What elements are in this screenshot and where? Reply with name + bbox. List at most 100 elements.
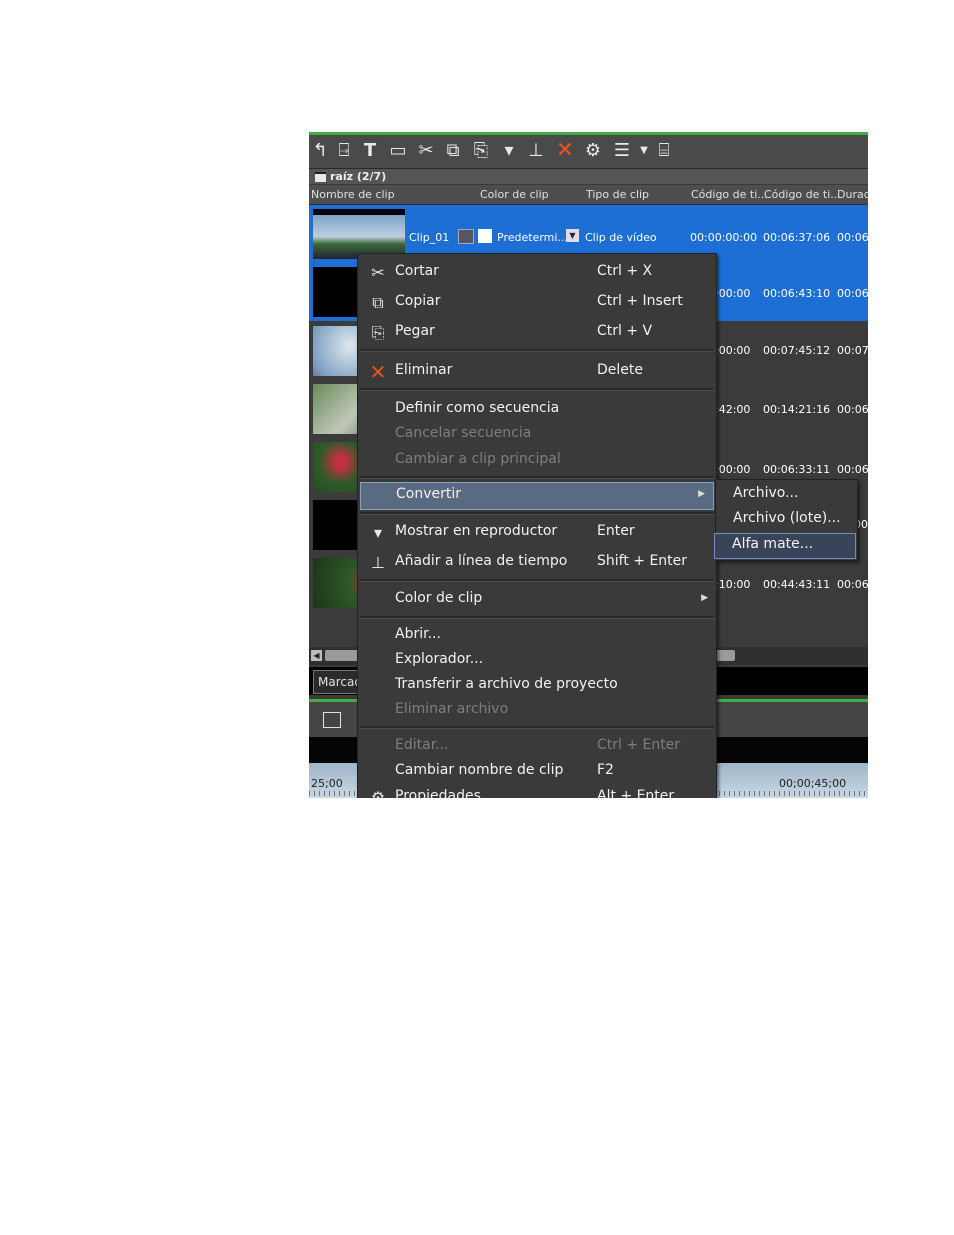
player-icon: ▾ [373, 523, 383, 542]
menu-separator [360, 476, 714, 479]
col-clip-color[interactable]: Color de clip [480, 185, 549, 204]
bin-path: raíz (2/7) [309, 169, 868, 184]
clip-name: Clip_01 [409, 231, 450, 244]
submenu-item-file-batch[interactable]: Archivo (lote)... [716, 508, 857, 532]
tc-out: 00:44:43:11 [763, 578, 831, 591]
tc-in: :00:00 [715, 344, 751, 357]
menu-item-shortcut: Ctrl + Insert [597, 293, 683, 309]
copy-icon[interactable]: ⧉ [442, 139, 464, 163]
menu-item-shortcut: Delete [597, 362, 643, 378]
menu-item-add-timeline[interactable]: ⊥ Añadir a línea de tiempo Shift + Enter [358, 550, 716, 576]
clip-type: Clip de vídeo [585, 231, 657, 244]
view-dropdown-icon[interactable]: ▼ [633, 139, 655, 163]
duration: 00:07: [837, 344, 868, 357]
menu-item-label: Eliminar archivo [395, 701, 509, 717]
cut-icon[interactable]: ✂ [415, 139, 437, 163]
menu-item-properties[interactable]: ⚙ Propiedades... Alt + Enter [358, 785, 716, 798]
grid-icon[interactable] [323, 712, 341, 728]
duration: 00:06: [837, 463, 868, 476]
menu-item-label: Definir como secuencia [395, 400, 560, 416]
add-timeline-icon[interactable]: ⊥ [525, 139, 547, 163]
menu-item-label: Cortar [395, 263, 439, 279]
tc-out: 00:06:33:11 [763, 463, 831, 476]
menu-item-edit: Editar... Ctrl + Enter [358, 734, 716, 760]
title-icon[interactable]: T [359, 139, 381, 163]
properties-icon: ⚙ [370, 788, 386, 798]
properties-icon[interactable]: ⚙ [582, 139, 604, 163]
show-player-icon[interactable]: ▾ [498, 139, 520, 163]
paste-icon[interactable]: ⎘ [470, 139, 492, 163]
menu-separator [360, 616, 714, 619]
duration: 00:06: [837, 403, 868, 416]
menu-item-label: Cambiar nombre de clip [395, 762, 564, 778]
tc-in: :42:00 [715, 403, 751, 416]
menu-item-label: Mostrar en reproductor [395, 523, 558, 539]
submenu-item-alpha-matte[interactable]: Alfa mate... [714, 533, 856, 559]
menu-item-shortcut: Ctrl + X [597, 263, 653, 279]
submenu-item-label: Archivo... [733, 485, 799, 501]
menu-item-shortcut: Ctrl + V [597, 323, 653, 339]
menu-item-label: Copiar [395, 293, 441, 309]
menu-separator [360, 388, 714, 391]
import-icon[interactable]: ⍈ [333, 139, 355, 163]
menu-item-label: Abrir... [395, 626, 441, 642]
col-clip-type[interactable]: Tipo de clip [586, 185, 649, 204]
menu-item-clip-color[interactable]: Color de clip ▶ [358, 587, 716, 613]
col-tc-out[interactable]: Código de ti... [764, 185, 841, 204]
menu-item-convert[interactable]: Convertir ▶ [360, 482, 714, 510]
copy-icon: ⧉ [372, 293, 384, 312]
menu-item-shortcut: Enter [597, 523, 635, 539]
screenshot-panel: ↰ ⍈ T ▭ ✂ ⧉ ⎘ ▾ ⊥ ✕ ⚙ ☰ ▼ ⌸ raíz (2/7) N… [309, 132, 868, 798]
menu-item-label: Propiedades... [395, 788, 495, 798]
color-dropdown-icon[interactable]: ▼ [566, 229, 579, 242]
bin-window-icon[interactable]: ⌸ [653, 139, 675, 163]
up-icon[interactable]: ↰ [309, 139, 331, 163]
menu-item-delete-file: Eliminar archivo [358, 698, 716, 724]
menu-item-open[interactable]: Abrir... [358, 623, 716, 649]
menu-item-transfer[interactable]: Transferir a archivo de proyecto [358, 673, 716, 699]
menu-item-paste[interactable]: ⎘ Pegar Ctrl + V [358, 320, 716, 346]
menu-item-delete[interactable]: ✕ Eliminar Delete [358, 359, 716, 385]
clip-color-label: Predetermi... [497, 231, 568, 244]
tc-out: 00:06:37:06 [763, 231, 831, 244]
menu-item-shortcut: Ctrl + Enter [597, 737, 681, 753]
menu-item-label: Editar... [395, 737, 449, 753]
ruler-timecode-right: 00;00;45;00 [779, 777, 847, 790]
menu-item-label: Explorador... [395, 651, 484, 667]
menu-separator [360, 512, 714, 515]
capture-icon[interactable]: ▭ [387, 139, 409, 163]
duration: 00:06: [837, 578, 868, 591]
menu-item-define-sequence[interactable]: Definir como secuencia [358, 397, 716, 423]
submenu-item-file[interactable]: Archivo... [716, 483, 857, 507]
delete-icon[interactable]: ✕ [554, 139, 576, 163]
menu-item-rename[interactable]: Cambiar nombre de clip F2 [358, 759, 716, 785]
tc-out: 00:14:21:16 [763, 403, 831, 416]
col-clip-name[interactable]: Nombre de clip [311, 185, 395, 204]
bin-label: raíz (2/7) [330, 170, 387, 183]
column-header: Nombre de clip Color de clip Tipo de cli… [309, 185, 868, 205]
col-duration[interactable]: Durac [837, 185, 868, 204]
menu-item-show-player[interactable]: ▾ Mostrar en reproductor Enter [358, 520, 716, 546]
tc-in: 00:00:00:00 [690, 231, 758, 244]
add-timeline-icon: ⊥ [371, 553, 385, 572]
menu-item-shortcut: F2 [597, 762, 614, 778]
submenu-item-label: Alfa mate... [732, 536, 814, 552]
context-menu: ✂ Cortar Ctrl + X ⧉ Copiar Ctrl + Insert… [357, 253, 717, 798]
col-tc-in[interactable]: Código de ti... [691, 185, 768, 204]
menu-item-label: Transferir a archivo de proyecto [395, 676, 618, 692]
scroll-left-icon[interactable]: ◀ [311, 650, 322, 661]
tc-in: :00:00 [715, 287, 751, 300]
menu-item-label: Cancelar secuencia [395, 425, 532, 441]
menu-item-cut[interactable]: ✂ Cortar Ctrl + X [358, 260, 716, 286]
clip-color-icon [458, 229, 474, 244]
menu-item-label: Convertir [396, 486, 462, 502]
menu-item-explorer[interactable]: Explorador... [358, 648, 716, 674]
submenu-arrow-icon: ▶ [698, 489, 705, 499]
menu-separator [360, 726, 714, 729]
ruler-timecode-left: 25;00 [311, 777, 343, 790]
menu-item-copy[interactable]: ⧉ Copiar Ctrl + Insert [358, 290, 716, 316]
menu-item-label: Pegar [395, 323, 435, 339]
tc-out: 00:06:43:10 [763, 287, 831, 300]
convert-submenu: Archivo... Archivo (lote)... Alfa mate..… [714, 479, 858, 561]
view-icon[interactable]: ☰ [611, 139, 633, 163]
